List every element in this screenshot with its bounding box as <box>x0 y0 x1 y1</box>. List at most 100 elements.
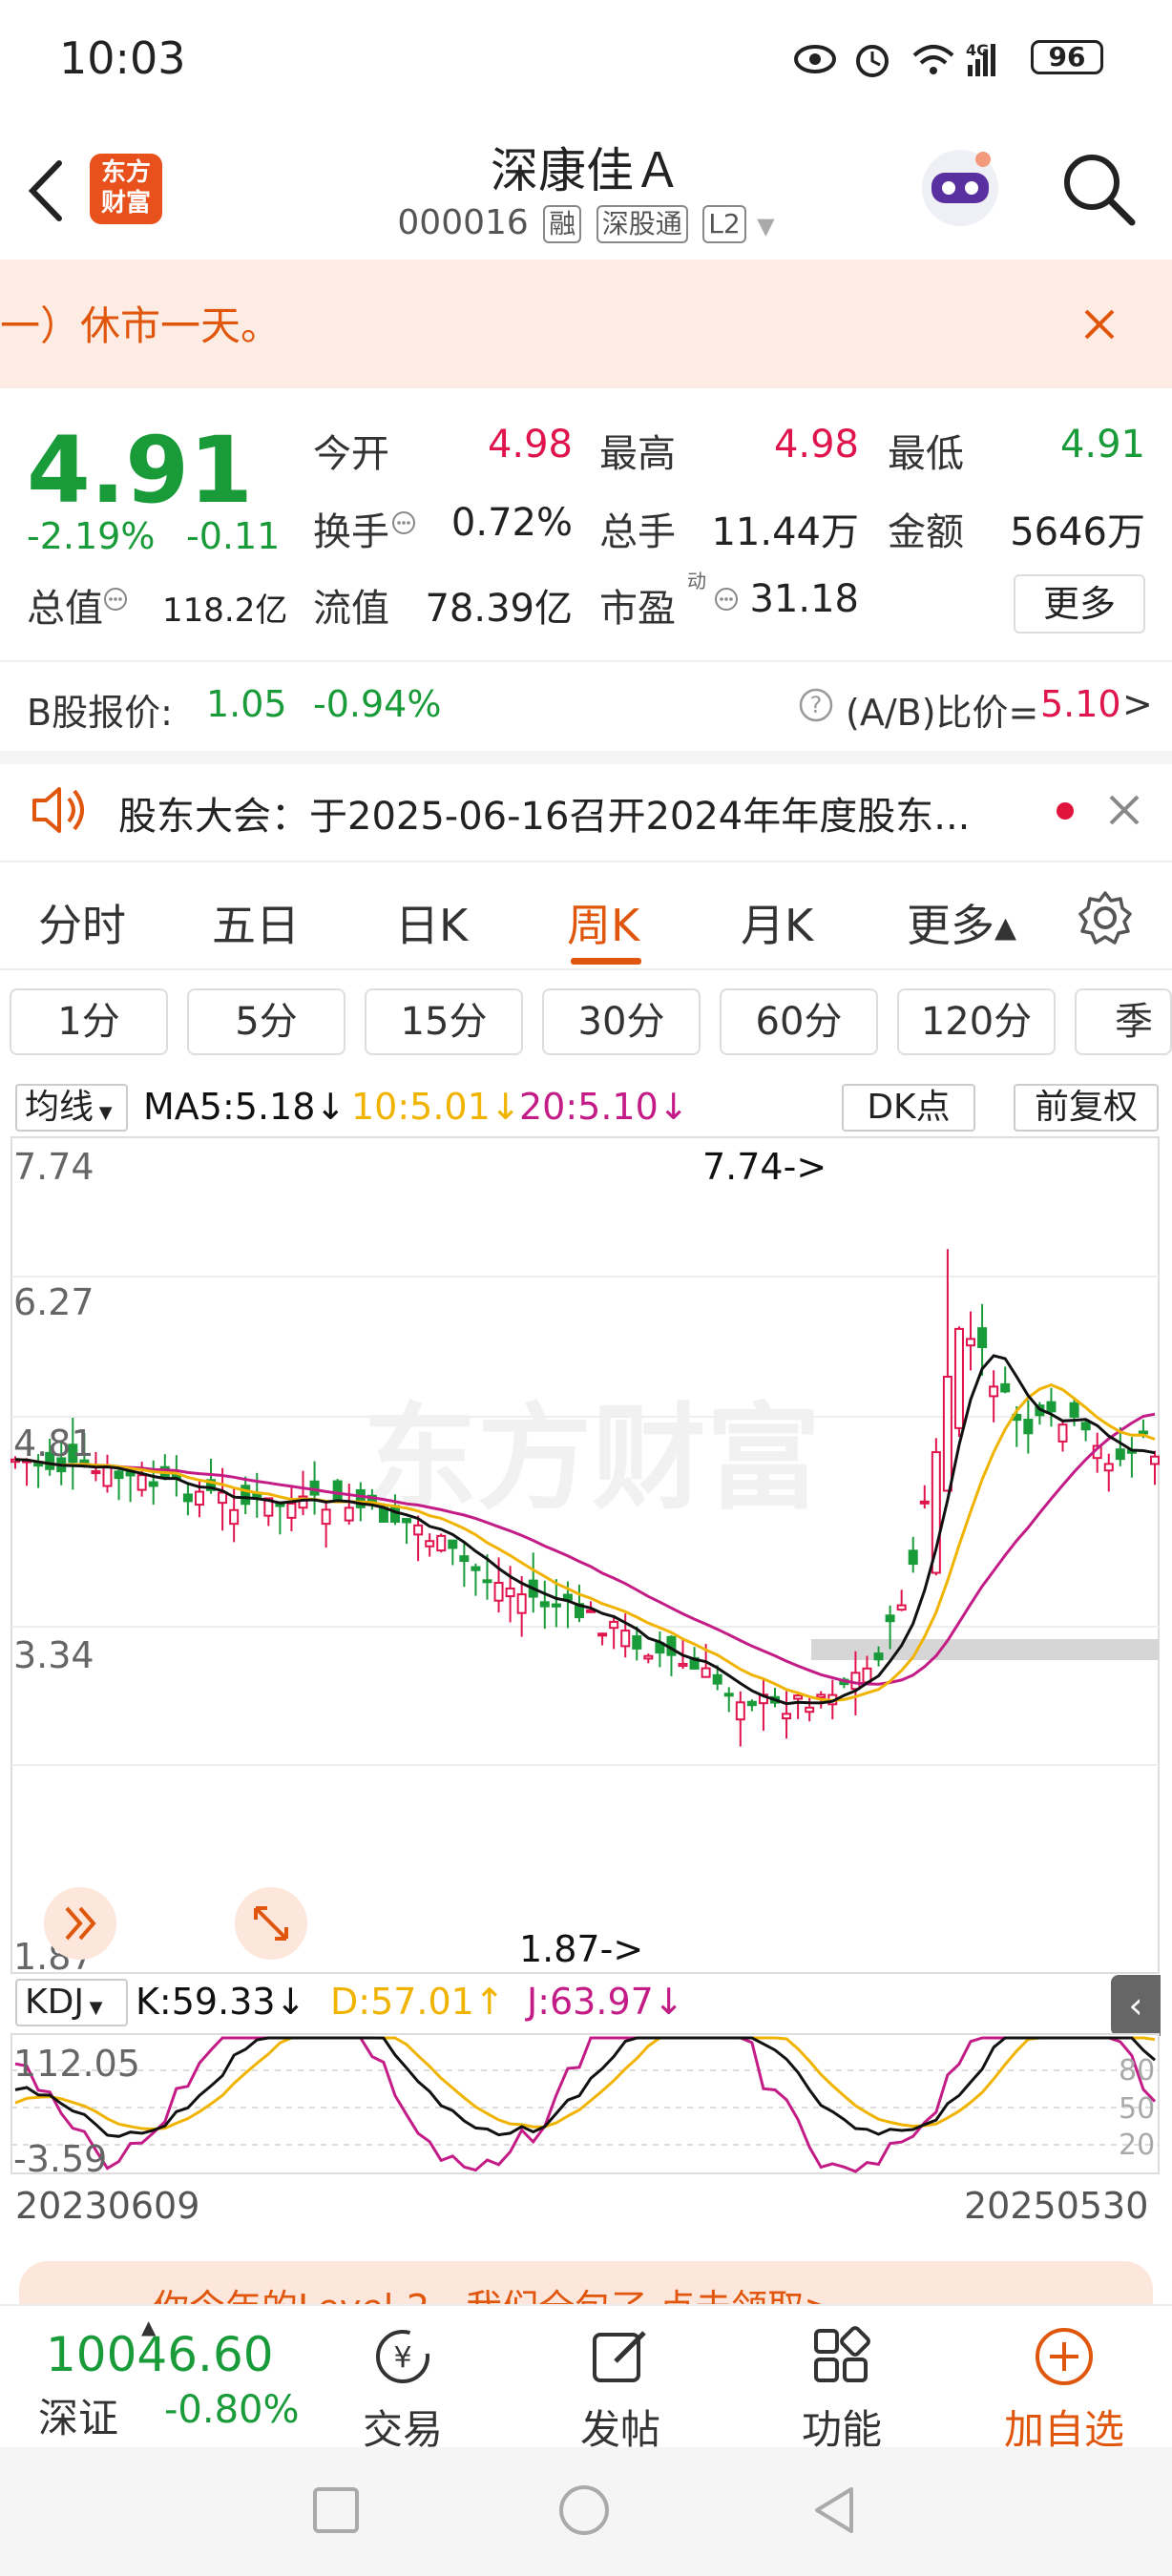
expand-icon[interactable] <box>235 1887 307 1960</box>
kdj-chart[interactable]: 112.05 -3.59 80 50 20 <box>0 2032 1172 2204</box>
candle-body <box>482 1579 492 1584</box>
meeting-notice[interactable]: 股东大会：于2025-06-16召开2024年年度股东... <box>0 751 1172 861</box>
candle-body <box>505 1587 515 1598</box>
svg-text:¥: ¥ <box>393 2341 411 2375</box>
scroll-forward-icon[interactable] <box>44 1887 116 1960</box>
search-icon[interactable] <box>1059 150 1138 228</box>
candle-body <box>620 1630 631 1648</box>
float-value: 78.39亿 <box>425 587 573 631</box>
change-amount: -0.11 <box>186 515 281 557</box>
tab-daily-k[interactable]: 日K <box>395 891 468 954</box>
tab-monthly-k[interactable]: 月K <box>741 891 813 954</box>
close-icon[interactable] <box>1082 307 1117 342</box>
volume-value: 11.44万 <box>711 510 859 554</box>
collapse-panel-icon[interactable]: ‹ <box>1111 1975 1161 2036</box>
dk-point-button[interactable]: DK点 <box>842 1084 975 1132</box>
turnover-label: 换手 <box>313 510 389 554</box>
market-notice[interactable]: 一）休市一天。 <box>0 260 1172 388</box>
candle-body <box>436 1534 447 1552</box>
candle-body <box>218 1491 228 1505</box>
functions-button[interactable]: 功能 <box>794 2325 889 2456</box>
candle-body <box>91 1470 101 1475</box>
candle-body <box>1046 1401 1057 1413</box>
battery-indicator: 96 <box>1031 40 1103 74</box>
period-1min[interactable]: 1分 <box>10 988 168 1055</box>
candle-body <box>678 1662 688 1668</box>
pe-value: 31.18 <box>749 577 859 621</box>
period-60min[interactable]: 60分 <box>720 988 878 1055</box>
candle-body <box>539 1601 550 1608</box>
b-share-row[interactable]: B股报价: 1.05 -0.94% ? (A/B)比价= 5.10 > <box>0 660 1172 751</box>
back-icon[interactable] <box>809 2483 859 2537</box>
b-share-label: B股报价: <box>27 692 173 734</box>
title-bar: 深康佳Ａ 000016 融 深股通 L2 ▼ <box>0 119 1172 258</box>
kdj-selector-label: KDJ <box>25 1983 84 2022</box>
settings-gear-icon[interactable] <box>1077 889 1134 946</box>
index-value[interactable]: 10046.60 <box>46 2327 274 2382</box>
add-watchlist-button[interactable]: 加自选 <box>993 2325 1136 2456</box>
candle-body <box>816 1693 827 1699</box>
ab-ratio-arrow: > <box>1122 683 1153 725</box>
ma5-value: MA5:5.18↓ <box>143 1086 346 1128</box>
status-bar: 10:03 4G 96 <box>0 0 1172 119</box>
period-quarter-k[interactable]: 季K <box>1075 988 1172 1055</box>
max-price-marker: 7.74-> <box>702 1146 827 1188</box>
eastmoney-logo: 东方财富 <box>90 154 162 224</box>
kline-chart-area[interactable]: 均线 ▼ MA5:5.18↓ 10:5.01↓ 20:5.10↓ DK点 前复权… <box>0 1078 1172 2227</box>
indicator-selector[interactable]: 均线 ▼ <box>15 1084 128 1132</box>
more-button[interactable]: 更多 <box>1014 574 1145 634</box>
period-5min[interactable]: 5分 <box>187 988 345 1055</box>
candle-body <box>953 1327 964 1429</box>
candle-body <box>148 1481 158 1487</box>
open-label: 今开 <box>313 432 389 476</box>
index-name: 深证 <box>38 2395 119 2441</box>
candle-body <box>136 1474 147 1491</box>
candlestick-chart[interactable]: 东方财富 7.74 6.27 4.81 3.34 1.87 7.74-> 1.8… <box>0 1135 1172 1975</box>
bottom-toolbar: 10046.60 ▲ 深证 -0.80% ¥ 交易 发帖 功能 加自选 <box>0 2304 1172 2453</box>
high-value: 4.98 <box>773 423 859 467</box>
dropdown-caret-icon: ▼ <box>94 1103 113 1123</box>
candle-body <box>782 1713 792 1720</box>
min-price-marker: 1.87-> <box>519 1928 643 1970</box>
candle-body <box>448 1539 458 1549</box>
total-value: 118.2亿 <box>162 592 288 630</box>
candle-body <box>885 1614 895 1623</box>
tab-five-day[interactable]: 五日 <box>212 891 300 954</box>
low-label: 最低 <box>888 432 964 476</box>
trade-button[interactable]: ¥ 交易 <box>355 2325 450 2456</box>
indicator-selector-label: 均线 <box>25 1088 94 1127</box>
tab-intraday[interactable]: 分时 <box>38 891 126 954</box>
tab-weekly-k[interactable]: 周K <box>567 891 639 954</box>
pe-label: 市盈 <box>599 587 676 631</box>
svg-text:?: ? <box>810 692 823 718</box>
watermark: 东方财富 <box>363 1393 821 1526</box>
price-axis-label: 3.34 <box>13 1634 94 1676</box>
candle-body <box>1023 1419 1034 1435</box>
period-15min[interactable]: 15分 <box>365 988 523 1055</box>
stock-code: 000016 <box>397 203 529 242</box>
candle-body <box>597 1632 608 1637</box>
adjust-button[interactable]: 前复权 <box>1014 1084 1159 1132</box>
yuan-refresh-icon: ¥ <box>376 2330 429 2383</box>
candle-body <box>1069 1402 1079 1418</box>
total-value-label: 总值 <box>27 587 103 631</box>
post-button[interactable]: 发帖 <box>573 2325 668 2456</box>
candle-body <box>701 1667 711 1678</box>
high-label: 最高 <box>599 432 676 476</box>
home-icon[interactable] <box>557 2483 611 2537</box>
candle-body <box>873 1652 884 1661</box>
kdj-level-label: 50 <box>1119 2092 1155 2126</box>
period-30min[interactable]: 30分 <box>542 988 701 1055</box>
robot-assistant-icon[interactable] <box>914 140 1006 232</box>
candle-body <box>413 1524 424 1536</box>
kdj-selector[interactable]: KDJ ▼ <box>15 1979 128 2026</box>
tab-more[interactable]: 更多▴ <box>907 891 1016 954</box>
index-up-caret-icon: ▲ <box>141 2316 157 2338</box>
close-icon[interactable] <box>1107 793 1141 827</box>
candle-body <box>1115 1448 1125 1461</box>
dropdown-caret-icon: ▼ <box>757 213 775 239</box>
recent-apps-icon[interactable] <box>311 2485 361 2535</box>
candle-body <box>102 1466 113 1487</box>
status-icons: 4G <box>794 41 995 77</box>
period-120min[interactable]: 120分 <box>897 988 1056 1055</box>
